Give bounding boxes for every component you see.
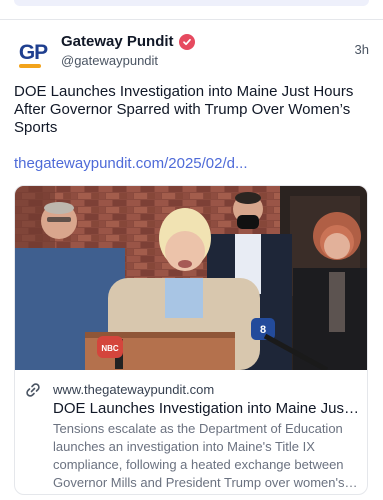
avatar-swoosh <box>19 64 41 68</box>
author-handle[interactable]: @gatewaypundit <box>61 53 158 68</box>
author-row: Gateway Pundit <box>61 33 195 50</box>
display-name[interactable]: Gateway Pundit <box>61 33 174 50</box>
card-description: Tensions escalate as the Department of E… <box>53 421 345 490</box>
previous-post-bar <box>14 0 369 6</box>
post-text: DOE Launches Investigation into Maine Ju… <box>14 83 354 136</box>
post[interactable]: GP Gateway Pundit @gatewaypundit 3h DOE … <box>0 20 383 500</box>
post-time[interactable]: 3h <box>355 42 369 57</box>
mic-flag-8: 8 <box>260 324 266 336</box>
verified-badge-icon <box>178 33 195 50</box>
card-image: NBC 8 <box>15 186 367 370</box>
post-link[interactable]: thegatewaypundit.com/2025/02/d... <box>14 155 248 172</box>
link-preview-card[interactable]: NBC 8 www.thegatewaypundit.com DOE Launc… <box>14 185 368 495</box>
avatar-logo-text: GP <box>18 41 48 64</box>
previous-post-edge <box>0 0 383 20</box>
card-body[interactable]: www.thegatewaypundit.com DOE Launches In… <box>15 370 367 494</box>
card-domain: www.thegatewaypundit.com <box>53 382 215 397</box>
card-title[interactable]: DOE Launches Investigation into Maine Ju… <box>53 399 359 419</box>
mic-flag-nbc: NBC <box>101 344 119 353</box>
avatar[interactable]: GP <box>14 34 52 72</box>
link-icon <box>25 382 41 398</box>
